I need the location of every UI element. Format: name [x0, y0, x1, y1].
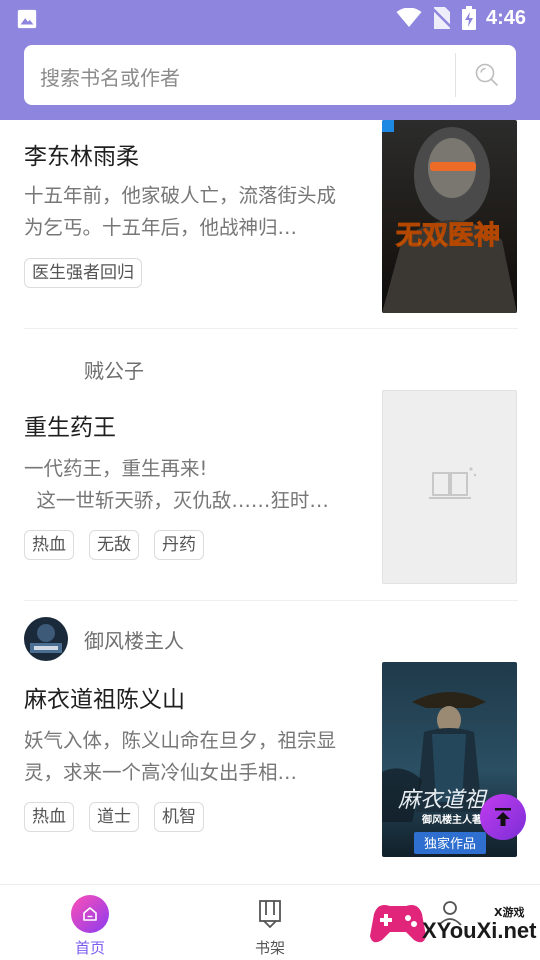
search-icon[interactable]	[474, 62, 500, 88]
author-row[interactable]: 御风楼主人	[24, 617, 184, 661]
clock: 4:46	[485, 6, 526, 29]
cover-title: 麻衣道祖	[398, 788, 488, 813]
tag[interactable]: 道士	[89, 802, 139, 832]
battery-icon	[461, 6, 476, 30]
watermark-site: XYouXi.net	[422, 918, 537, 943]
tag[interactable]: 无敌	[89, 530, 139, 560]
book-feed[interactable]: 李东林雨柔 十五年前，他家破人亡，流落街头成为乞丐。十五年后，他战神归… 医生强…	[0, 120, 540, 884]
bookshelf-icon	[259, 900, 281, 929]
book-cover-placeholder[interactable]	[382, 390, 517, 584]
search-bar[interactable]: 搜索书名或作者	[24, 45, 516, 105]
tag-list: 医生强者回归	[24, 258, 142, 288]
tag[interactable]: 热血	[24, 530, 74, 560]
book-description: 十五年前，他家破人亡，流落街头成为乞丐。十五年后，他战神归…	[24, 184, 337, 239]
author-name[interactable]: 御风楼主人	[84, 625, 184, 654]
status-bar: 4:46	[0, 0, 540, 36]
tag[interactable]: 医生强者回归	[24, 258, 142, 288]
search-input[interactable]: 搜索书名或作者	[40, 62, 180, 91]
cover-art: 无双医神	[382, 120, 517, 313]
author-name[interactable]: 贼公子	[84, 355, 144, 384]
tag-list: 热血 无敌 丹药	[24, 530, 204, 560]
book-title[interactable]: 麻衣道祖陈义山	[24, 680, 185, 714]
book-card[interactable]: 贼公子 重生药王 一代药王，重生再来! 这一世斩天骄，灭仇敌……狂时… 热血 无…	[0, 329, 540, 601]
watermark: X游戏 XYouXi.net	[368, 888, 540, 960]
book-title[interactable]: 重生药王	[24, 408, 116, 442]
avatar	[24, 617, 68, 661]
cover-title: 无双医神	[396, 221, 500, 251]
book-description: 妖气入体，陈义山命在旦夕，祖宗显灵，求来一个高冷仙女出手相…	[24, 729, 337, 784]
tag[interactable]: 丹药	[154, 530, 204, 560]
tag[interactable]: 热血	[24, 802, 74, 832]
gallery-notification-icon	[17, 9, 37, 29]
arrow-up-icon	[495, 808, 511, 826]
book-card[interactable]: 御风楼主人 麻衣道祖陈义山 妖气入体，陈义山命在旦夕，祖宗显灵，求来一个高冷仙女…	[0, 601, 540, 884]
book-card[interactable]: 李东林雨柔 十五年前，他家破人亡，流落街头成为乞丐。十五年后，他战神归… 医生强…	[0, 120, 540, 329]
back-to-top-button[interactable]	[480, 794, 526, 840]
search-divider	[455, 53, 456, 97]
wifi-icon	[396, 8, 422, 27]
nav-bookshelf[interactable]: 书架	[230, 895, 310, 958]
author-row[interactable]: 贼公子	[24, 347, 144, 391]
book-title[interactable]: 李东林雨柔	[24, 137, 139, 171]
book-description: 一代药王，重生再来! 这一世斩天骄，灭仇敌……狂时…	[24, 457, 329, 512]
book-placeholder-icon	[429, 467, 477, 499]
tag[interactable]: 机智	[154, 802, 204, 832]
home-icon	[71, 895, 109, 933]
book-cover[interactable]: 无双医神	[382, 120, 517, 313]
avatar	[24, 347, 68, 391]
gamepad-logo-icon	[370, 905, 426, 943]
no-sim-icon	[431, 7, 452, 29]
tag-list: 热血 道士 机智	[24, 802, 204, 832]
nav-label: 首页	[74, 939, 105, 957]
exclusive-badge: 独家作品	[424, 836, 476, 852]
nav-home[interactable]: 首页	[50, 895, 130, 958]
header: 4:46 搜索书名或作者	[0, 0, 540, 120]
nav-label: 书架	[254, 939, 285, 957]
cover-author: 御风楼主人著	[421, 813, 482, 826]
